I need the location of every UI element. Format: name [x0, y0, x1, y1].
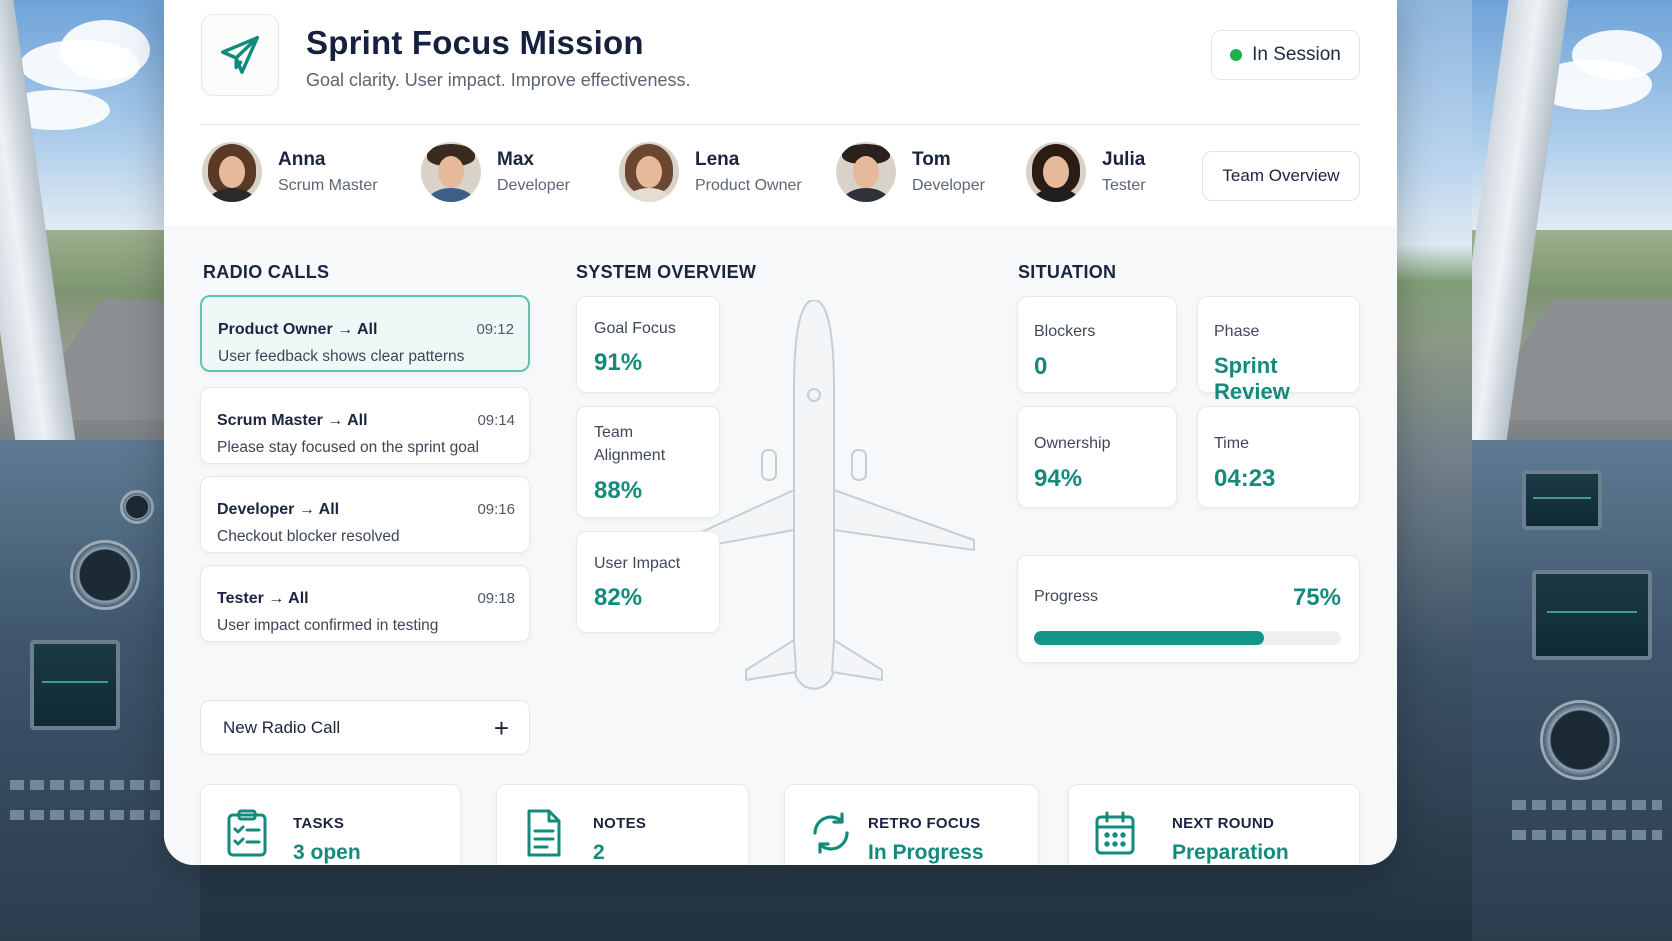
- member-role: Product Owner: [695, 177, 802, 194]
- tile-value: Preparation: [1172, 841, 1289, 864]
- situation-label: Ownership: [1034, 435, 1111, 452]
- tasks-tile[interactable]: TASKS 3 open: [200, 784, 461, 865]
- session-status-label: In Session: [1252, 44, 1341, 65]
- notes-tile[interactable]: NOTES 2: [496, 784, 749, 865]
- situation-time: Time 04:23: [1197, 406, 1360, 508]
- tile-label: NEXT ROUND: [1172, 815, 1275, 832]
- metric-goal-focus: Goal Focus 91%: [576, 296, 720, 393]
- page-title: Sprint Focus Mission: [306, 24, 644, 61]
- tile-label: TASKS: [293, 815, 345, 832]
- member-role: Developer: [497, 177, 570, 194]
- metric-label: Goal Focus: [594, 320, 676, 337]
- avatar: [619, 142, 679, 202]
- progress-track: [1034, 631, 1341, 645]
- metric-value: 88%: [594, 477, 643, 504]
- metric-value: 91%: [594, 349, 643, 376]
- metric-value: 82%: [594, 584, 643, 611]
- metric-label: Team Alignment: [594, 424, 666, 464]
- session-status-badge: In Session: [1211, 30, 1360, 80]
- system-overview-heading: SYSTEM OVERVIEW: [576, 262, 757, 282]
- member-name: Lena: [695, 149, 740, 170]
- page-subtitle: Goal clarity. User impact. Improve effec…: [306, 70, 691, 90]
- radio-call-from: Scrum Master → All: [217, 412, 368, 429]
- plus-icon: +: [493, 712, 509, 743]
- radio-call-item[interactable]: Product Owner → All 09:12 User feedback …: [200, 295, 530, 372]
- progress-percent: 75%: [1292, 584, 1341, 611]
- new-radio-call-button[interactable]: New Radio Call +: [200, 700, 530, 755]
- tile-label: RETRO FOCUS: [868, 815, 981, 832]
- member-role: Developer: [912, 177, 985, 194]
- mission-dashboard-card: Sprint Focus Mission Goal clarity. User …: [164, 0, 1397, 865]
- avatar: [836, 142, 896, 202]
- team-member-max[interactable]: Max Developer: [421, 142, 570, 202]
- status-dot-icon: [1230, 49, 1243, 61]
- team-member-julia[interactable]: Julia Tester: [1026, 142, 1146, 202]
- situation-value: Sprint Review: [1214, 353, 1290, 404]
- paper-plane-icon: [221, 36, 259, 74]
- radio-call-from: Tester → All: [217, 590, 309, 607]
- member-role: Scrum Master: [278, 177, 378, 194]
- situation-value: 04:23: [1214, 465, 1276, 492]
- calendar-icon: [1095, 811, 1135, 855]
- avatar: [421, 142, 481, 202]
- radio-call-time: 09:16: [477, 501, 515, 518]
- progress-fill: [1034, 631, 1265, 645]
- radio-call-message: Checkout blocker resolved: [217, 528, 400, 545]
- member-name: Tom: [912, 149, 951, 170]
- situation-heading: SITUATION: [1018, 262, 1117, 282]
- retro-focus-tile[interactable]: RETRO FOCUS In Progress: [784, 784, 1039, 865]
- tile-value: In Progress: [868, 841, 984, 864]
- metric-user-impact: User Impact 82%: [576, 531, 720, 633]
- team-member-tom[interactable]: Tom Developer: [836, 142, 985, 202]
- situation-value: 94%: [1034, 465, 1083, 492]
- situation-value: 0: [1034, 353, 1048, 380]
- situation-blockers: Blockers 0: [1017, 296, 1177, 393]
- header-divider: [201, 124, 1360, 125]
- radio-call-from: Product Owner → All: [218, 321, 378, 338]
- member-name: Max: [497, 149, 534, 170]
- refresh-cycle-icon: [813, 812, 849, 854]
- member-name: Anna: [278, 149, 326, 170]
- metric-label: User Impact: [594, 555, 681, 572]
- radio-call-time: 09:18: [477, 590, 515, 607]
- member-role: Tester: [1102, 177, 1146, 194]
- team-member-anna[interactable]: Anna Scrum Master: [202, 142, 378, 202]
- cockpit-background-right: [1472, 0, 1672, 941]
- tile-value: 2: [593, 841, 605, 864]
- radio-calls-heading: RADIO CALLS: [203, 262, 330, 282]
- radio-call-from: Developer → All: [217, 501, 340, 518]
- clipboard-checklist-icon: [227, 809, 267, 857]
- radio-call-message: Please stay focused on the sprint goal: [217, 439, 479, 456]
- radio-call-time: 09:14: [477, 412, 515, 429]
- radio-call-item[interactable]: Tester → All 09:18 User impact confirmed…: [200, 565, 530, 642]
- situation-label: Phase: [1214, 323, 1260, 340]
- progress-label: Progress: [1034, 588, 1099, 605]
- radio-call-message: User feedback shows clear patterns: [218, 348, 465, 365]
- app-logo: [201, 14, 279, 96]
- situation-ownership: Ownership 94%: [1017, 406, 1177, 508]
- new-radio-call-label: New Radio Call: [223, 717, 341, 737]
- radio-call-item[interactable]: Scrum Master → All 09:14 Please stay foc…: [200, 387, 530, 464]
- situation-phase: Phase Sprint Review: [1197, 296, 1360, 404]
- avatar: [202, 142, 262, 202]
- radio-call-time: 09:12: [476, 321, 514, 338]
- document-icon: [527, 809, 561, 857]
- radio-call-item[interactable]: Developer → All 09:16 Checkout blocker r…: [200, 476, 530, 553]
- tile-value: 3 open: [293, 841, 361, 864]
- team-overview-button[interactable]: Team Overview: [1202, 151, 1360, 201]
- situation-label: Time: [1214, 435, 1249, 452]
- metric-team-alignment: Team Alignment 88%: [576, 406, 720, 518]
- team-member-lena[interactable]: Lena Product Owner: [619, 142, 802, 202]
- situation-label: Blockers: [1034, 323, 1096, 340]
- sprint-progress-card: Progress 75%: [1017, 555, 1360, 663]
- radio-call-message: User impact confirmed in testing: [217, 617, 439, 634]
- member-name: Julia: [1102, 149, 1146, 170]
- next-round-tile[interactable]: NEXT ROUND Preparation: [1068, 784, 1360, 865]
- tile-label: NOTES: [593, 815, 647, 832]
- avatar: [1026, 142, 1086, 202]
